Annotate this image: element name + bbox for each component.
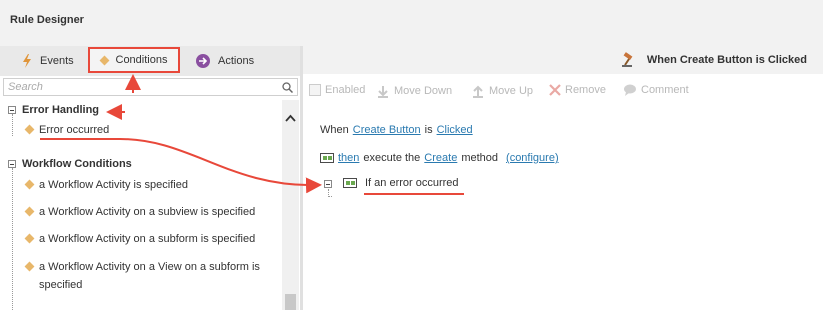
diamond-icon (99, 55, 109, 65)
tab-bar: Events Conditions Actions (0, 46, 300, 76)
tree-item[interactable]: a Workflow Activity on a subview is spec… (24, 203, 281, 221)
diamond-icon (24, 124, 35, 135)
diamond-icon (24, 261, 35, 272)
event-link[interactable]: Clicked (437, 124, 473, 136)
tree-group-workflow-conditions[interactable]: Workflow Conditions (8, 158, 132, 170)
diamond-icon (24, 179, 35, 190)
tree-connector (12, 114, 13, 136)
checkbox-icon[interactable] (309, 84, 321, 96)
condition-icon (343, 178, 357, 188)
arrow-circle-icon (196, 54, 210, 68)
execute-text: execute the (363, 152, 421, 164)
search-input[interactable] (8, 80, 278, 94)
tree-item[interactable]: a Workflow Activity on a subform is spec… (24, 230, 281, 248)
collapse-icon[interactable] (8, 106, 16, 114)
configure-link[interactable]: (configure) (506, 152, 559, 164)
item-label: Error occurred (39, 124, 110, 136)
rule-heading-text: When Create Button is Clicked (646, 54, 807, 66)
rule-event-line: When Create Button is Clicked (320, 124, 473, 136)
rule-pane (303, 74, 823, 310)
control-link[interactable]: Create Button (353, 124, 421, 136)
rule-condition-line[interactable]: If an error occurred (343, 177, 459, 189)
scrollbar[interactable] (282, 100, 299, 310)
lightning-icon (23, 54, 31, 68)
tab-conditions-label: Conditions (115, 54, 168, 66)
condition-highlight (364, 193, 464, 195)
tab-conditions[interactable]: Conditions (88, 47, 180, 73)
move-up-button[interactable]: Move Up (471, 84, 533, 98)
tree-group-error-handling[interactable]: Error Handling (8, 104, 99, 116)
method-text: method (461, 152, 499, 164)
search-box (3, 78, 298, 96)
is-text: is (424, 124, 433, 136)
remove-label: Remove (565, 84, 606, 96)
chevron-up-icon[interactable] (285, 114, 296, 122)
tab-events-label: Events (40, 55, 74, 67)
move-up-label: Move Up (489, 85, 534, 97)
rule-heading: When Create Button is Clicked (621, 52, 807, 68)
collapse-icon[interactable] (324, 180, 332, 188)
item-label: a Workflow Activity on a View on a subfo… (39, 261, 260, 291)
scroll-thumb[interactable] (285, 294, 296, 310)
action-icon (320, 153, 334, 163)
diamond-icon (24, 233, 35, 244)
diamond-icon (24, 206, 35, 217)
comment-button[interactable]: Comment (623, 84, 689, 96)
item-label: a Workflow Activity on a subview is spec… (39, 206, 256, 218)
tree-connector (12, 168, 13, 310)
move-down-label: Move Down (394, 85, 453, 97)
rule-action-line: then execute the Create method (configur… (320, 152, 559, 164)
rule-toolbar: Enabled Move Down Move Up Remove Comment (303, 80, 823, 102)
tree-item[interactable]: a Workflow Activity on a View on a subfo… (24, 258, 276, 294)
method-link[interactable]: Create (424, 152, 457, 164)
window-title: Rule Designer (10, 14, 84, 26)
close-icon (549, 84, 561, 96)
when-text: When (320, 124, 349, 136)
search-icon[interactable] (282, 82, 293, 93)
move-down-button[interactable]: Move Down (376, 84, 452, 98)
comment-label: Comment (641, 84, 689, 96)
arrow-down-icon (378, 86, 388, 98)
tree-connector (328, 196, 332, 197)
remove-button[interactable]: Remove (549, 84, 606, 96)
enabled-toggle[interactable]: Enabled (309, 84, 365, 96)
tab-actions-label: Actions (218, 55, 255, 67)
tree-item-error-occurred[interactable]: Error occurred (24, 121, 281, 139)
tab-events[interactable]: Events (22, 46, 74, 76)
tab-actions[interactable]: Actions (196, 46, 254, 76)
group-label: Error Handling (22, 104, 100, 116)
gavel-icon (621, 52, 633, 67)
then-link[interactable]: then (338, 152, 359, 164)
collapse-icon[interactable] (8, 160, 16, 168)
group-label: Workflow Conditions (22, 158, 132, 170)
arrow-up-icon (473, 85, 483, 98)
item-label: a Workflow Activity on a subform is spec… (39, 233, 256, 245)
condition-text[interactable]: If an error occurred (365, 177, 459, 189)
enabled-label: Enabled (325, 84, 366, 96)
item-label: a Workflow Activity is specified (39, 179, 188, 191)
condition-tree: Error Handling Error occurred Workflow C… (0, 100, 282, 310)
tree-item[interactable]: a Workflow Activity is specified (24, 176, 281, 194)
comment-icon (624, 84, 636, 96)
